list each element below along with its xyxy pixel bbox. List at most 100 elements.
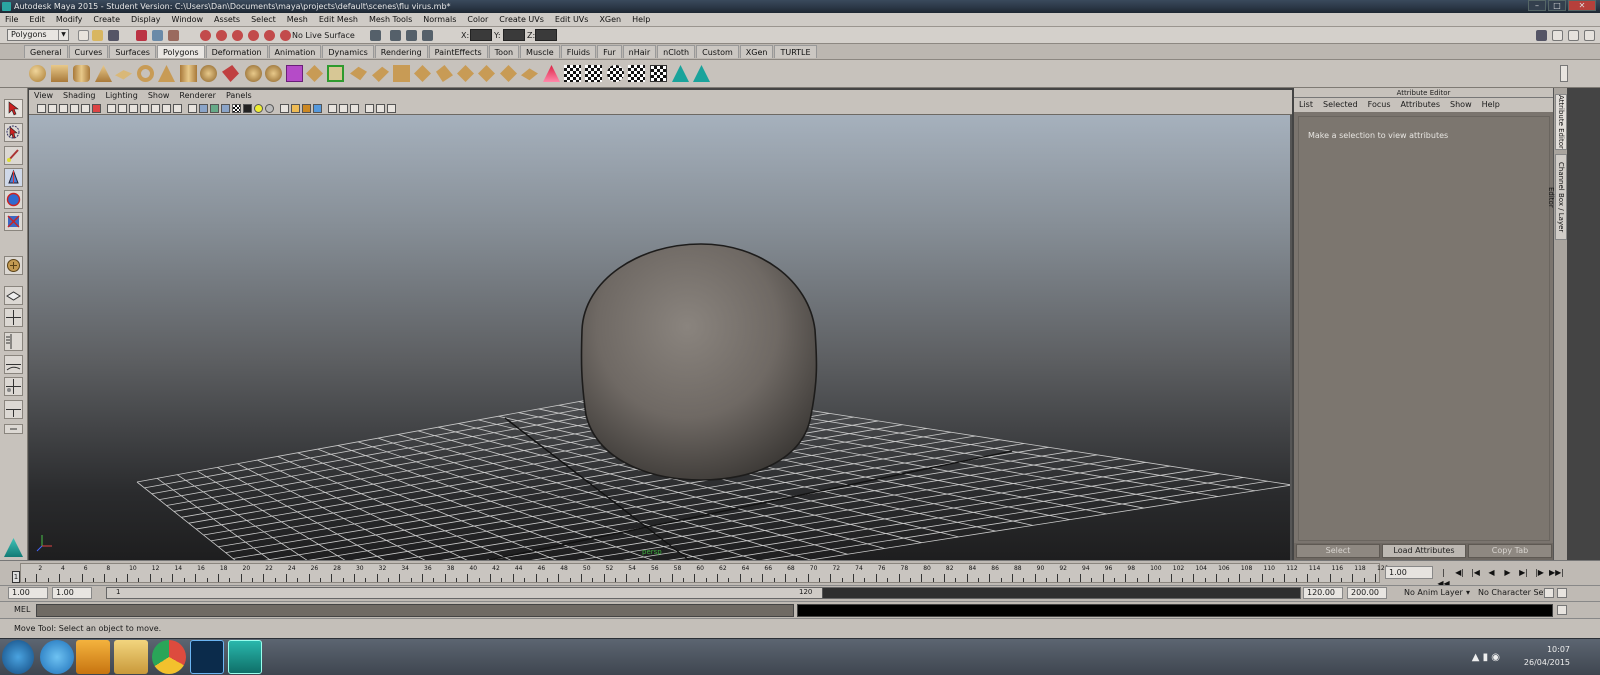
playback-start-field[interactable]: 1.00 [52, 587, 92, 599]
poly-prism-icon[interactable] [158, 65, 175, 82]
menu-edit-mesh[interactable]: Edit Mesh [314, 13, 364, 27]
snap-plane-icon[interactable] [248, 30, 259, 41]
shelf-tab-dynamics[interactable]: Dynamics [322, 45, 374, 58]
bridge-icon[interactable] [327, 65, 344, 82]
select-object-icon[interactable] [152, 30, 163, 41]
menu-create[interactable]: Create [88, 13, 126, 27]
load-attributes-button[interactable]: Load Attributes [1382, 544, 1466, 558]
isolate-select-icon[interactable] [280, 104, 289, 113]
smooth-icon[interactable] [265, 65, 282, 82]
bevel-icon[interactable] [457, 65, 474, 82]
shelf-tab-animation[interactable]: Animation [268, 45, 322, 58]
menu-window[interactable]: Window [167, 13, 210, 27]
automatic-map-icon[interactable] [628, 65, 645, 82]
combine-icon[interactable] [222, 65, 239, 82]
shelf-tab-polygons[interactable]: Polygons [156, 45, 205, 58]
system-tray-icons[interactable]: ▲ ▮ ◉ [1472, 652, 1500, 663]
ae-menu-show[interactable]: Show [1445, 98, 1477, 112]
isolate-icon[interactable] [328, 104, 337, 113]
xray-joints-icon[interactable] [339, 104, 348, 113]
render-current-frame-icon[interactable] [390, 30, 401, 41]
select-component-icon[interactable] [168, 30, 179, 41]
shelf-tab-custom[interactable]: Custom [696, 45, 739, 58]
script-editor-icon[interactable] [1557, 605, 1567, 615]
auto-key-icon[interactable] [1544, 588, 1554, 598]
poly-torus-icon[interactable] [137, 65, 154, 82]
hypershade-layout-icon[interactable] [4, 377, 23, 396]
menu-edit-uvs[interactable]: Edit UVs [550, 13, 595, 27]
ae-menu-selected[interactable]: Selected [1318, 98, 1363, 112]
render-settings-icon[interactable] [422, 30, 433, 41]
maximize-button[interactable]: □ [1548, 0, 1566, 11]
poly-soccer-ball-icon[interactable] [200, 65, 217, 82]
animation-preferences-icon[interactable] [1557, 588, 1567, 598]
xray-icon[interactable] [221, 104, 230, 113]
image-plane-icon[interactable] [70, 104, 79, 113]
new-scene-icon[interactable] [78, 30, 89, 41]
snap-grid-icon[interactable] [200, 30, 211, 41]
make-live-icon[interactable] [280, 30, 291, 41]
smooth-shade-icon[interactable] [199, 104, 208, 113]
wireframe-on-shaded-icon[interactable] [210, 104, 219, 113]
ae-menu-attributes[interactable]: Attributes [1396, 98, 1446, 112]
ipr-render-icon[interactable] [406, 30, 417, 41]
field-chart-icon[interactable] [151, 104, 160, 113]
shelf-tab-toon[interactable]: Toon [488, 45, 520, 58]
insert-edge-loop-icon[interactable] [393, 65, 410, 82]
file-explorer-icon[interactable] [114, 640, 148, 674]
spherical-map-icon[interactable] [607, 65, 624, 82]
separate-icon[interactable] [245, 65, 262, 82]
menu-create-uvs[interactable]: Create UVs [494, 13, 550, 27]
persp-outliner-layout-icon[interactable] [4, 332, 23, 351]
y-field[interactable] [503, 29, 525, 41]
shelf-tab-rendering[interactable]: Rendering [374, 45, 428, 58]
shelf-tab-surfaces[interactable]: Surfaces [109, 45, 156, 58]
lasso-tool-icon[interactable] [4, 123, 23, 142]
show-attribute-editor-icon[interactable] [1552, 30, 1563, 41]
current-time-field[interactable]: 1.00 [1385, 566, 1433, 579]
snap-curve-icon[interactable] [216, 30, 227, 41]
perspective-viewport[interactable]: persp [29, 115, 1292, 560]
viewport-menu-show[interactable]: Show [143, 90, 175, 102]
uv-editor-icon[interactable] [650, 65, 667, 82]
maya-taskbar-icon[interactable] [228, 640, 262, 674]
gate-mask-icon[interactable] [140, 104, 149, 113]
viewport-menu-shading[interactable]: Shading [58, 90, 101, 102]
panel-layout-icon[interactable] [376, 104, 385, 113]
custom-layout-icon[interactable] [4, 400, 23, 419]
use-all-lights-icon[interactable] [243, 104, 252, 113]
viewport-menu-view[interactable]: View [29, 90, 58, 102]
menu-assets[interactable]: Assets [209, 13, 246, 27]
render-view-icon[interactable] [370, 30, 381, 41]
poly-cylinder-icon[interactable] [73, 65, 90, 82]
shelf-tab-painteffects[interactable]: PaintEffects [428, 45, 488, 58]
shelf-tab-curves[interactable]: Curves [68, 45, 109, 58]
select-camera-icon[interactable] [37, 104, 46, 113]
shelf-tab-muscle[interactable]: Muscle [520, 45, 560, 58]
persp-graph-layout-icon[interactable] [4, 355, 23, 374]
show-tool-settings-icon[interactable] [1568, 30, 1579, 41]
menu-modify[interactable]: Modify [51, 13, 89, 27]
step-forward-key-icon[interactable]: ▶| [1517, 567, 1530, 578]
internet-explorer-icon[interactable] [40, 640, 74, 674]
move-tool-icon[interactable] [4, 168, 23, 187]
split-polygon-icon[interactable] [372, 66, 389, 82]
scale-tool-icon[interactable] [4, 212, 23, 231]
shelf-tab-ncloth[interactable]: nCloth [657, 45, 696, 58]
menu-xgen[interactable]: XGen [594, 13, 627, 27]
depth-of-field-icon[interactable] [313, 104, 322, 113]
animation-start-field[interactable]: 1.00 [8, 587, 48, 599]
single-perspective-layout-icon[interactable] [4, 286, 23, 305]
poly-plane-icon[interactable] [115, 70, 132, 80]
step-back-key-icon[interactable]: |◀ [1469, 567, 1482, 578]
cylindrical-map-icon[interactable] [585, 65, 602, 82]
show-modeling-toolkit-icon[interactable] [1536, 30, 1547, 41]
range-slider-track[interactable]: 1 120 [106, 587, 1301, 599]
attribute-editor-side-tab[interactable]: Attribute Editor [1555, 94, 1567, 150]
shelf-tab-fluids[interactable]: Fluids [560, 45, 597, 58]
viewport-menu-panels[interactable]: Panels [221, 90, 257, 102]
go-to-start-icon[interactable]: |◀◀ [1437, 567, 1450, 588]
poly-cube-icon[interactable] [51, 65, 68, 82]
anim-layer-select[interactable]: No Anim Layer [1404, 587, 1463, 599]
close-button[interactable]: ✕ [1568, 0, 1596, 11]
